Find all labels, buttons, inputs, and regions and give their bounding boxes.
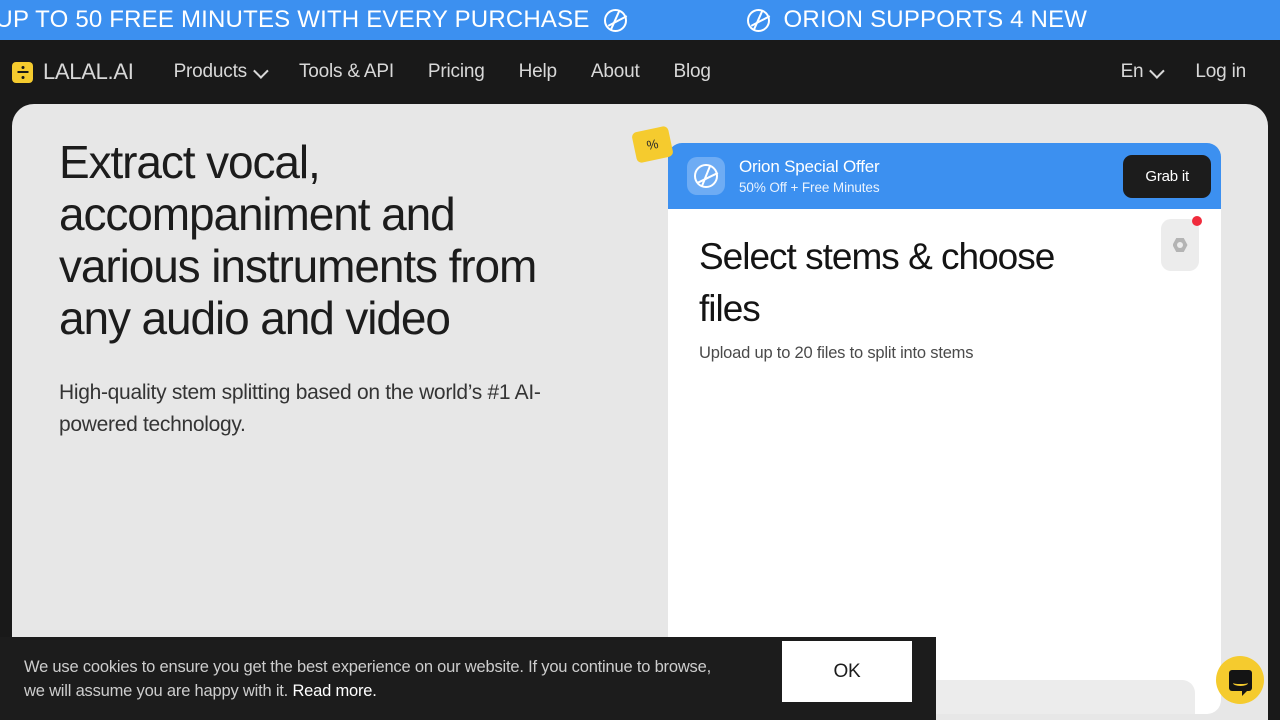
language-label: En — [1120, 61, 1144, 82]
marquee-track: KS UP TO 50 FREE MINUTES WITH EVERY PURC… — [0, 6, 1207, 34]
nav-right-group: En Log in — [1120, 61, 1247, 83]
marquee-text: UP TO 50 FREE MINUTES WITH EVERY PURCHAS… — [0, 6, 590, 33]
card-subtitle: Upload up to 20 files to split into stem… — [699, 344, 974, 362]
promo-marquee-banner[interactable]: KS UP TO 50 FREE MINUTES WITH EVERY PURC… — [0, 0, 1280, 40]
content-shell: Extract vocal, accompaniment and various… — [12, 104, 1268, 720]
nav-item-help[interactable]: Help — [519, 61, 557, 83]
chevron-down-icon — [253, 62, 269, 79]
globe-icon — [603, 8, 627, 32]
nav-item-tools-api[interactable]: Tools & API — [299, 61, 394, 83]
nav-item-pricing[interactable]: Pricing — [428, 61, 485, 83]
page-title: Extract vocal, accompaniment and various… — [59, 136, 537, 344]
cookie-accept-button[interactable]: OK — [782, 641, 912, 702]
cookie-consent-text: We use cookies to ensure you get the bes… — [24, 655, 714, 703]
offer-subtitle: 50% Off + Free Minutes — [739, 180, 880, 195]
language-selector[interactable]: En — [1120, 61, 1166, 83]
marquee-text: ORION SUPPORTS 4 NEW — [783, 6, 1088, 33]
hero-section: Extract vocal, accompaniment and various… — [59, 136, 579, 441]
brand-home-link[interactable]: LALAL.AI — [12, 59, 134, 85]
login-link[interactable]: Log in — [1195, 61, 1246, 83]
card-title: Select stems & choose files — [699, 236, 1055, 329]
main-navigation: LALAL.AI Products Tools & API Pricing He… — [0, 40, 1280, 104]
brand-name: LALAL.AI — [43, 59, 134, 84]
percent-badge-icon: % — [631, 125, 674, 164]
chevron-down-icon — [1149, 62, 1166, 79]
nav-item-about[interactable]: About — [591, 61, 640, 83]
offer-title: Orion Special Offer — [739, 157, 880, 176]
grab-it-button[interactable]: Grab it — [1123, 154, 1211, 198]
nav-links: Products Tools & API Pricing Help About … — [174, 61, 711, 83]
globe-icon — [746, 8, 770, 32]
notification-dot — [1192, 216, 1202, 226]
page-root: KS UP TO 50 FREE MINUTES WITH EVERY PURC… — [0, 0, 1280, 720]
marquee-item: ORION SUPPORTS 4 NEW — [746, 6, 1208, 34]
upload-panel: % Orion Special Offer 50% Off + Free Min… — [631, 125, 1221, 714]
marquee-item: KS UP TO 50 FREE MINUTES WITH EVERY PURC… — [0, 6, 747, 34]
chat-bubble-icon — [1228, 669, 1252, 696]
lalal-divide-logo-icon — [12, 61, 33, 83]
gear-icon — [1172, 237, 1188, 253]
offer-text-group: Orion Special Offer 50% Off + Free Minut… — [739, 157, 880, 195]
chat-launcher-button[interactable] — [1216, 656, 1264, 704]
special-offer-banner[interactable]: % Orion Special Offer 50% Off + Free Min… — [631, 125, 1221, 209]
orion-globe-icon — [687, 157, 725, 195]
nav-item-blog[interactable]: Blog — [674, 61, 711, 83]
cookie-read-more-link[interactable]: Read more. — [292, 682, 376, 700]
nav-item-label: Products — [173, 61, 248, 82]
chevron-down-icon — [1148, 712, 1178, 714]
nav-item-products[interactable]: Products — [173, 61, 269, 83]
hero-subtitle: High-quality stem splitting based on the… — [59, 381, 541, 436]
settings-button[interactable] — [1161, 216, 1202, 271]
